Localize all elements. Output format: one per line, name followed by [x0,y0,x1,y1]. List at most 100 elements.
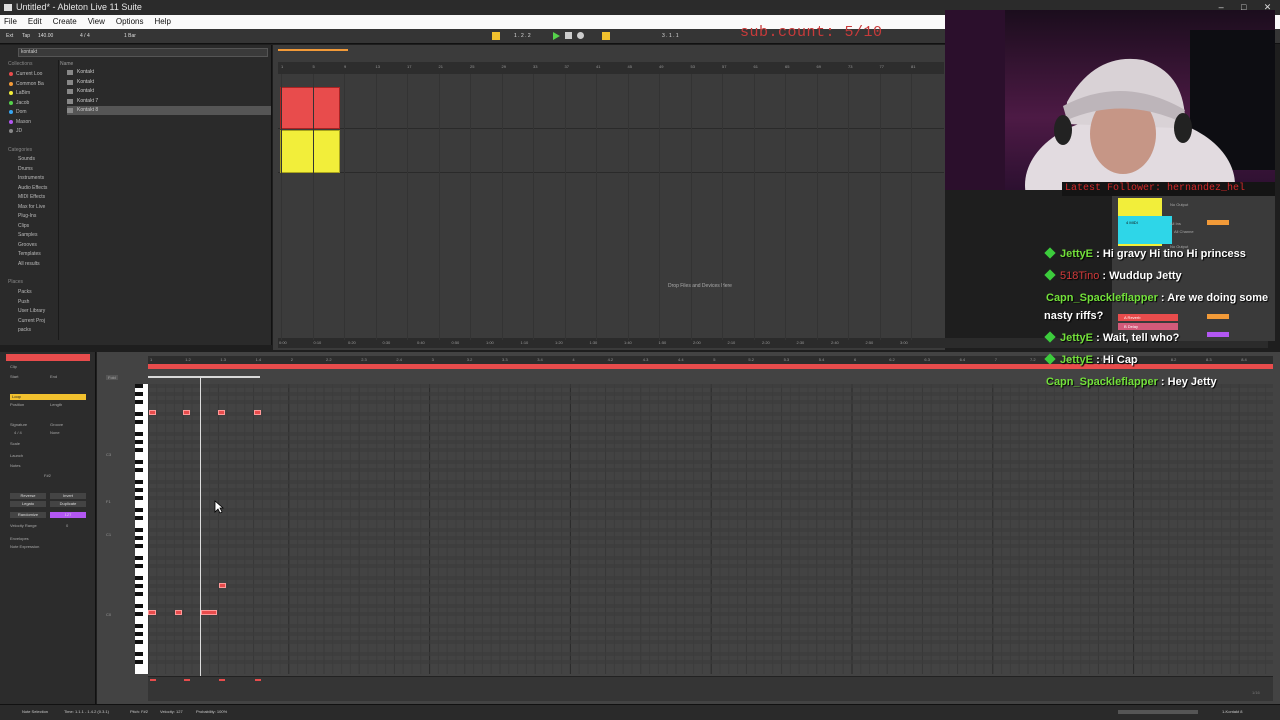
track-activator[interactable] [1207,220,1229,225]
black-key[interactable] [135,440,143,444]
black-key[interactable] [135,536,143,540]
track-lane[interactable] [278,129,944,173]
randomize-amount[interactable]: 127 [50,512,86,518]
black-key[interactable] [135,488,143,492]
menu-file[interactable]: File [4,15,17,29]
velocity-stem[interactable] [255,679,261,681]
chat-username[interactable]: JettyE [1060,248,1093,260]
return-activator[interactable] [1207,314,1229,319]
loop-start-field[interactable]: 3 . 1 . 1 [662,33,679,39]
browser-file-item[interactable]: Kontakt [67,78,271,87]
black-key[interactable] [135,420,143,424]
collection-item[interactable]: Jacob [16,100,29,106]
browser-file-item[interactable]: Kontakt 8 [67,106,271,115]
black-key[interactable] [135,624,143,628]
scale-label[interactable]: Scale [10,441,20,446]
browser-search-input[interactable]: kontakt [18,48,268,57]
black-key[interactable] [135,432,143,436]
category-item[interactable]: Templates [18,251,41,257]
quantize-menu[interactable]: 1 Bar [124,33,136,39]
black-key[interactable] [135,632,143,636]
collection-item[interactable]: Common Ba [16,81,44,87]
black-key[interactable] [135,496,143,500]
duplicate-button[interactable]: Duplicate [50,501,86,507]
envelopes-section[interactable]: Envelopes [10,536,29,541]
play-icon[interactable] [553,32,560,40]
black-key[interactable] [135,508,143,512]
category-item[interactable]: Plug-Ins [18,213,36,219]
midi-note[interactable] [218,410,225,415]
place-item[interactable]: Current Proj [18,318,45,324]
collection-item[interactable]: Dom [16,109,27,115]
draw-mode-icon[interactable] [602,32,610,40]
collection-item[interactable]: Mason [16,119,31,125]
follow-icon[interactable] [492,32,500,40]
place-item[interactable]: Packs [18,289,32,295]
black-key[interactable] [135,640,143,644]
midi-note[interactable] [149,410,156,415]
fold-button[interactable]: Fold [106,375,118,380]
clip-region-bar[interactable] [148,376,260,378]
black-key[interactable] [135,544,143,548]
invert-button[interactable]: Invert [50,493,86,499]
signature-value[interactable]: 4 / 4 [14,430,22,435]
channel-routing[interactable]: All Channe [1174,229,1194,234]
grid-size-label[interactable]: 1/16 [1252,690,1260,695]
category-item[interactable]: Clips [18,223,29,229]
chat-username[interactable]: JettyE [1060,332,1093,344]
randomize-button[interactable]: Randomize [10,512,46,518]
stop-icon[interactable] [565,32,572,39]
category-item[interactable]: All results [18,261,40,267]
notes-section[interactable]: Notes [10,463,20,468]
midi-note[interactable] [175,610,182,615]
clip-title-bar[interactable] [6,354,90,361]
browser-file-item[interactable]: Kontakt [67,68,271,77]
black-key[interactable] [135,516,143,520]
black-key[interactable] [135,392,143,396]
chat-username[interactable]: 518Tino [1060,270,1099,282]
black-key[interactable] [135,468,143,472]
browser-file-item[interactable]: Kontakt 7 [67,97,271,106]
piano-keyboard[interactable] [135,384,148,674]
black-key[interactable] [135,660,143,664]
category-item[interactable]: Audio Effects [18,185,47,191]
category-item[interactable]: Sounds [18,156,35,162]
track-name[interactable]: 4 MIDI [1126,220,1138,225]
black-key[interactable] [135,592,143,596]
menu-view[interactable]: View [88,15,105,29]
place-item[interactable]: User Library [18,308,45,314]
black-key[interactable] [135,400,143,404]
category-item[interactable]: MIDI Effects [18,194,45,200]
category-item[interactable]: Instruments [18,175,44,181]
velocity-lane[interactable] [148,676,1273,701]
tap-tempo-button[interactable]: Tap [22,33,30,39]
arrangement-clip[interactable] [280,130,340,173]
input-routing[interactable]: All Ins [1170,221,1181,226]
black-key[interactable] [135,584,143,588]
collection-item[interactable]: Current Loo [16,71,42,77]
groove-value[interactable]: None [50,430,60,435]
black-key[interactable] [135,460,143,464]
category-item[interactable]: Samples [18,232,37,238]
midi-note[interactable] [219,583,226,588]
launch-section[interactable]: Launch [10,453,23,458]
black-key[interactable] [135,384,143,388]
black-key[interactable] [135,528,143,532]
midi-note[interactable] [148,610,156,615]
black-key[interactable] [135,480,143,484]
master-activator[interactable] [1207,332,1229,337]
velocity-stem[interactable] [150,679,156,681]
black-key[interactable] [135,652,143,656]
velocity-stem[interactable] [184,679,190,681]
menu-options[interactable]: Options [116,15,144,29]
black-key[interactable] [135,564,143,568]
category-item[interactable]: Grooves [18,242,37,248]
menu-help[interactable]: Help [154,15,170,29]
black-key[interactable] [135,612,143,616]
chat-username[interactable]: Capn_Spackleflapper [1046,292,1158,304]
collection-item[interactable]: JD [16,128,22,134]
record-icon[interactable] [577,32,584,39]
menu-create[interactable]: Create [53,15,77,29]
legato-button[interactable]: Legato [10,501,46,507]
black-key[interactable] [135,556,143,560]
